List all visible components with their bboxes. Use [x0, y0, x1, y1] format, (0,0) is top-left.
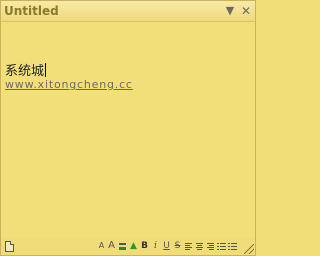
align-right-icon[interactable] [206, 240, 215, 252]
strikethrough-button[interactable]: S [173, 240, 182, 252]
note-text: 系统城 [5, 64, 45, 79]
italic-button[interactable]: i [151, 240, 160, 252]
highlight-icon[interactable]: ▲ [129, 240, 138, 252]
text-caret [45, 63, 47, 77]
numbered-list-icon[interactable] [228, 240, 237, 252]
text-color-button[interactable] [118, 240, 127, 252]
note-text-area[interactable]: 系统城 www.xitongcheng.cc [1, 22, 255, 238]
menu-dropdown-icon[interactable]: ▼ [223, 4, 237, 18]
note-text-line: 系统城 [5, 60, 47, 79]
bullet-list-icon[interactable] [217, 240, 226, 252]
note-link[interactable]: www.xitongcheng.cc [5, 78, 133, 91]
window-title: Untitled [4, 4, 59, 18]
align-center-icon[interactable] [195, 240, 204, 252]
new-note-icon[interactable] [5, 241, 14, 252]
underline-button[interactable]: U [162, 240, 171, 252]
increase-font-button[interactable]: A [107, 240, 116, 252]
bold-button[interactable]: B [140, 240, 149, 252]
resize-grip-icon[interactable] [244, 244, 254, 254]
align-left-icon[interactable] [184, 240, 193, 252]
decrease-font-button[interactable]: A [97, 240, 106, 252]
formatting-toolbar: A A ▲ B i U S [1, 238, 255, 255]
sticky-note-window: Untitled ▼ ✕ 系统城 www.xitongcheng.cc A A … [0, 0, 256, 256]
close-icon[interactable]: ✕ [239, 4, 253, 18]
title-bar[interactable]: Untitled ▼ ✕ [1, 1, 255, 22]
